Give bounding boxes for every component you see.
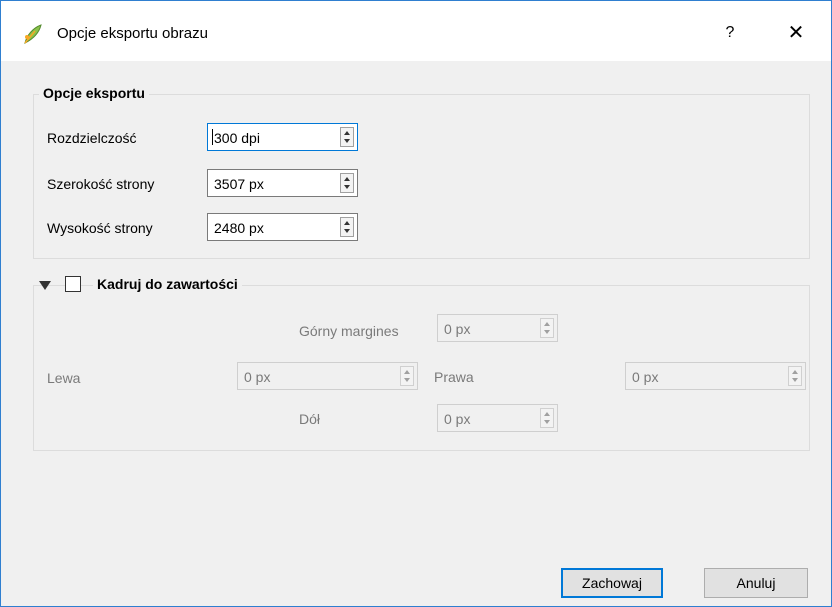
arrow-down-icon[interactable] [792, 378, 798, 382]
arrow-down-icon[interactable] [344, 229, 350, 233]
collapse-arrow-icon[interactable] [39, 281, 51, 290]
title-bar: Opcje eksportu obrazu ? ✕ [1, 1, 831, 61]
close-button[interactable]: ✕ [773, 17, 819, 49]
bottom-margin-label: Dół [299, 411, 321, 427]
arrow-up-icon[interactable] [344, 177, 350, 181]
bottom-margin-spinbox[interactable]: 0 px [437, 404, 558, 432]
export-options-dialog: Opcje eksportu obrazu ? ✕ Opcje eksportu… [0, 0, 832, 607]
resolution-label: Rozdzielczość [47, 130, 137, 146]
page-height-label: Wysokość strony [47, 220, 153, 236]
page-width-spin-arrows[interactable] [340, 173, 354, 193]
resolution-spinbox[interactable]: 300 dpi [207, 123, 358, 151]
resolution-spin-arrows[interactable] [340, 127, 354, 147]
left-margin-value: 0 px [244, 369, 271, 385]
top-margin-spinbox[interactable]: 0 px [437, 314, 558, 342]
page-height-spin-arrows[interactable] [340, 217, 354, 237]
arrow-down-icon[interactable] [404, 378, 410, 382]
page-width-value: 3507 px [214, 176, 264, 192]
right-margin-spinbox[interactable]: 0 px [625, 362, 806, 390]
arrow-down-icon[interactable] [344, 139, 350, 143]
text-cursor [212, 129, 213, 145]
page-height-value: 2480 px [214, 220, 264, 236]
bottom-margin-spin-arrows[interactable] [540, 408, 554, 428]
right-margin-label: Prawa [434, 369, 474, 385]
right-margin-value: 0 px [632, 369, 659, 385]
arrow-up-icon[interactable] [344, 221, 350, 225]
qgis-icon [24, 24, 42, 44]
arrow-up-icon[interactable] [544, 412, 550, 416]
page-width-label: Szerokość strony [47, 176, 155, 192]
left-margin-spin-arrows[interactable] [400, 366, 414, 386]
top-margin-spin-arrows[interactable] [540, 318, 554, 338]
page-width-spinbox[interactable]: 3507 px [207, 169, 358, 197]
crop-checkbox[interactable] [65, 276, 81, 292]
resolution-value: 300 dpi [214, 130, 260, 146]
arrow-up-icon[interactable] [404, 370, 410, 374]
top-margin-value: 0 px [444, 321, 471, 337]
page-height-spinbox[interactable]: 2480 px [207, 213, 358, 241]
top-margin-label: Górny margines [299, 323, 399, 339]
left-margin-spinbox[interactable]: 0 px [237, 362, 418, 390]
export-options-group-title: Opcje eksportu [39, 85, 149, 101]
left-margin-label: Lewa [47, 370, 81, 386]
right-margin-spin-arrows[interactable] [788, 366, 802, 386]
arrow-up-icon[interactable] [344, 131, 350, 135]
arrow-down-icon[interactable] [344, 185, 350, 189]
arrow-up-icon[interactable] [544, 322, 550, 326]
save-button[interactable]: Zachowaj [561, 568, 663, 598]
help-button[interactable]: ? [707, 17, 753, 49]
arrow-down-icon[interactable] [544, 420, 550, 424]
arrow-down-icon[interactable] [544, 330, 550, 334]
bottom-margin-value: 0 px [444, 411, 471, 427]
crop-group-title[interactable]: Kadruj do zawartości [93, 276, 242, 292]
window-title: Opcje eksportu obrazu [57, 25, 208, 42]
cancel-button[interactable]: Anuluj [704, 568, 808, 598]
arrow-up-icon[interactable] [792, 370, 798, 374]
